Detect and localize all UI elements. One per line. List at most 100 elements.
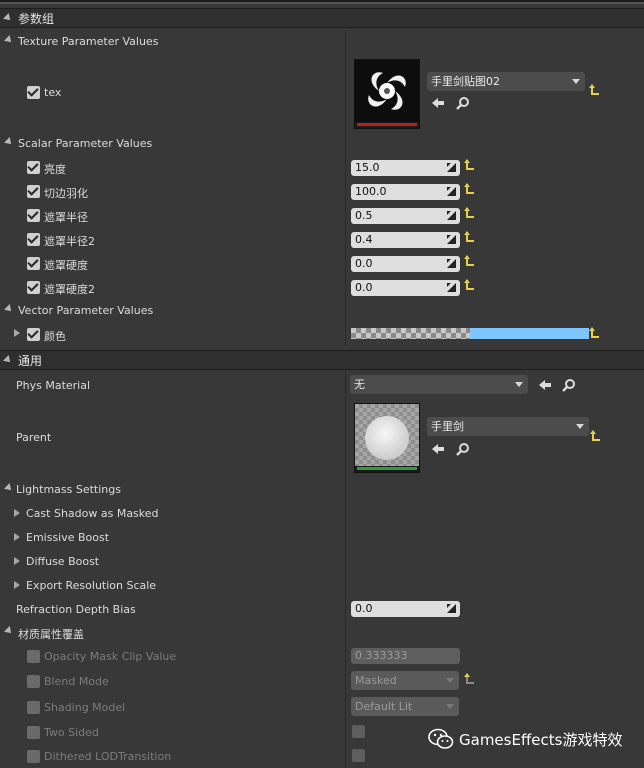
scalar-param-label: 亮度 xyxy=(44,163,66,176)
browse-search-icon[interactable] xyxy=(562,378,576,392)
drag-resize-icon[interactable] xyxy=(447,259,456,268)
collapse-icon[interactable] xyxy=(4,137,14,147)
expand-icon[interactable] xyxy=(14,329,20,337)
lightmass-item[interactable]: Emissive Boost xyxy=(26,531,109,544)
scalar-param-input[interactable]: 15.0 xyxy=(351,160,460,176)
two-sided-checkbox[interactable] xyxy=(27,726,40,739)
collapse-icon[interactable] xyxy=(4,483,14,493)
texture-thumbnail[interactable] xyxy=(354,59,420,129)
two-sided-toggle[interactable] xyxy=(352,725,365,738)
chevron-down-icon xyxy=(446,704,454,709)
phys-material-value: 无 xyxy=(354,378,365,391)
shading-model-dropdown[interactable]: Default Lit xyxy=(351,697,459,716)
scalar-param-input[interactable]: 0.4 xyxy=(351,232,460,248)
scalar-param-checkbox[interactable] xyxy=(27,281,40,294)
reset-arrow-icon[interactable] xyxy=(589,327,599,338)
color-checkbox[interactable] xyxy=(27,328,40,341)
shading-model-checkbox[interactable] xyxy=(27,701,40,714)
parent-value: 手里剑 xyxy=(431,420,464,433)
material-sphere-icon xyxy=(355,404,419,466)
parent-thumbnail[interactable] xyxy=(354,403,420,473)
scalar-param-label: 切边羽化 xyxy=(44,187,88,200)
texture-type-bar xyxy=(357,123,417,126)
color-swatch[interactable] xyxy=(351,328,589,339)
lightmass-item[interactable]: Diffuse Boost xyxy=(26,555,99,568)
drag-resize-icon[interactable] xyxy=(447,187,456,196)
section-header-general[interactable]: 通用 xyxy=(0,350,644,370)
scalar-param-input[interactable]: 100.0 xyxy=(351,184,460,200)
texture-asset-name: 手里剑贴图02 xyxy=(431,75,500,88)
texture-group-header[interactable]: Texture Parameter Values xyxy=(18,35,158,48)
shading-model-value: Default Lit xyxy=(355,700,413,713)
scalar-param-label: 遮罩半径 xyxy=(44,211,88,224)
scalar-param-checkbox[interactable] xyxy=(27,185,40,198)
section-header-params[interactable]: 参数组 xyxy=(0,8,644,28)
scalar-param-checkbox[interactable] xyxy=(27,161,40,174)
chevron-down-icon xyxy=(572,79,580,84)
reset-arrow-icon[interactable] xyxy=(464,255,474,266)
drag-resize-icon[interactable] xyxy=(447,604,456,613)
vector-group-header[interactable]: Vector Parameter Values xyxy=(18,304,153,317)
blend-mode-checkbox[interactable] xyxy=(27,675,40,688)
reset-arrow-icon[interactable] xyxy=(589,84,599,95)
scalar-param-checkbox[interactable] xyxy=(27,209,40,222)
lightmass-item[interactable]: Export Resolution Scale xyxy=(26,579,156,592)
use-selected-arrow-icon[interactable] xyxy=(431,96,445,110)
use-selected-arrow-icon[interactable] xyxy=(431,442,445,456)
scalar-group-header[interactable]: Scalar Parameter Values xyxy=(18,137,152,150)
material-overrides-header[interactable]: 材质属性覆盖 xyxy=(18,626,84,642)
opacity-clip-label: Opacity Mask Clip Value xyxy=(44,650,177,663)
drag-resize-icon[interactable] xyxy=(447,163,456,172)
reset-arrow-icon[interactable] xyxy=(464,279,474,290)
opacity-clip-input[interactable]: 0.333333 xyxy=(351,648,460,664)
watermark: GamesEffects游戏特效 xyxy=(428,728,622,750)
expand-icon[interactable] xyxy=(14,509,20,517)
scalar-param-input[interactable]: 0.5 xyxy=(351,208,460,224)
use-selected-arrow-icon[interactable] xyxy=(538,378,552,392)
collapse-icon[interactable] xyxy=(3,13,13,23)
phys-material-dropdown[interactable]: 无 xyxy=(350,375,528,394)
scalar-param-input[interactable]: 0.0 xyxy=(351,256,460,272)
dithered-lod-label: Dithered LODTransition xyxy=(44,750,172,763)
scalar-param-checkbox[interactable] xyxy=(27,257,40,270)
refraction-depth-bias-value: 0.0 xyxy=(355,602,373,615)
drag-resize-icon[interactable] xyxy=(447,283,456,292)
reset-arrow-icon[interactable] xyxy=(464,183,474,194)
opacity-clip-checkbox[interactable] xyxy=(27,650,40,663)
collapse-icon[interactable] xyxy=(4,626,14,636)
color-param-label: 颜色 xyxy=(44,330,66,343)
lightmass-item[interactable]: Cast Shadow as Masked xyxy=(26,507,159,520)
scalar-param-value: 0.4 xyxy=(355,233,373,246)
tex-checkbox[interactable] xyxy=(27,86,40,99)
top-border xyxy=(0,0,644,4)
scalar-param-checkbox[interactable] xyxy=(27,233,40,246)
expand-icon[interactable] xyxy=(14,533,20,541)
drag-resize-icon[interactable] xyxy=(447,211,456,220)
reset-arrow-icon[interactable] xyxy=(464,159,474,170)
collapse-icon[interactable] xyxy=(4,35,14,45)
reset-arrow-icon[interactable] xyxy=(464,231,474,242)
dithered-lod-checkbox[interactable] xyxy=(27,750,40,763)
reset-arrow-icon[interactable] xyxy=(590,430,600,441)
scalar-param-value: 15.0 xyxy=(355,161,380,174)
collapse-icon[interactable] xyxy=(3,355,13,365)
reset-arrow-icon[interactable] xyxy=(464,207,474,218)
column-divider xyxy=(345,30,346,346)
expand-icon[interactable] xyxy=(14,581,20,589)
collapse-icon[interactable] xyxy=(4,304,14,314)
chevron-down-icon xyxy=(576,424,584,429)
dithered-lod-toggle[interactable] xyxy=(352,749,365,762)
blend-mode-dropdown[interactable]: Masked xyxy=(351,671,459,690)
expand-icon[interactable] xyxy=(14,557,20,565)
refraction-depth-bias-label: Refraction Depth Bias xyxy=(16,603,136,616)
scalar-param-input[interactable]: 0.0 xyxy=(351,280,460,296)
parent-dropdown[interactable]: 手里剑 xyxy=(427,417,589,436)
browse-search-icon[interactable] xyxy=(456,96,470,110)
reset-arrow-icon[interactable] xyxy=(464,673,474,684)
lightmass-settings-header[interactable]: Lightmass Settings xyxy=(16,483,121,496)
browse-search-icon[interactable] xyxy=(456,442,470,456)
phys-material-label: Phys Material xyxy=(16,379,91,392)
texture-asset-dropdown[interactable]: 手里剑贴图02 xyxy=(427,72,585,91)
refraction-depth-bias-input[interactable]: 0.0 xyxy=(351,601,460,617)
drag-resize-icon[interactable] xyxy=(447,235,456,244)
